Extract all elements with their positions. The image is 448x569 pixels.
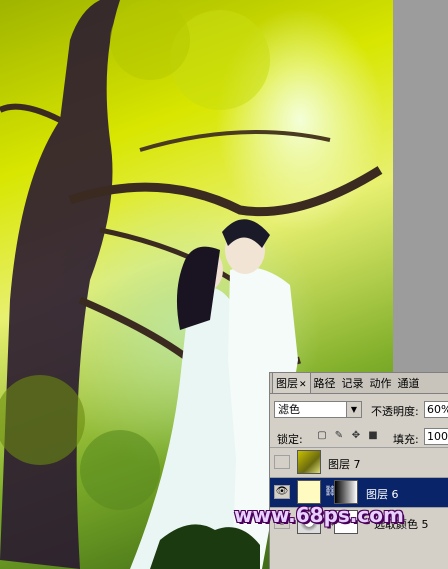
tab-actions[interactable]: 动作 (367, 373, 395, 393)
layer-row[interactable]: 图层 7 (270, 447, 448, 477)
eye-icon[interactable]: 👁 (274, 485, 290, 499)
blend-mode-select[interactable]: 滤色 ▼ (274, 401, 362, 418)
lock-label: 锁定: (277, 433, 303, 446)
tab-channels[interactable]: 通道 (395, 373, 423, 393)
all-lock-icon[interactable]: ■ (367, 430, 379, 442)
layers-panel: 图层✕ 路径 记录 动作 通道 滤色 ▼ 不透明度: 60% 锁定: ▢ ✎ ✥… (269, 372, 448, 569)
tab-paths[interactable]: 路径 (311, 373, 339, 393)
chevron-down-icon[interactable]: ▼ (346, 402, 361, 417)
panel-tabs: 图层✕ 路径 记录 动作 通道 (270, 372, 448, 394)
fill-label: 填充: (393, 433, 419, 446)
opacity-label: 不透明度: (371, 405, 419, 418)
watermark-text: www.68ps.com (234, 503, 404, 527)
move-lock-icon[interactable]: ✥ (350, 430, 362, 442)
layer-thumbnail (297, 480, 321, 504)
layer-name: 图层 7 (328, 458, 361, 471)
layer-mask-thumbnail (334, 480, 358, 504)
tab-layers[interactable]: 图层✕ (272, 372, 311, 393)
layer-name: 图层 6 (366, 488, 399, 501)
blend-mode-value: 滤色 (278, 403, 300, 416)
opacity-input[interactable]: 60% (424, 401, 448, 418)
paint-lock-icon[interactable]: ✎ (333, 430, 345, 442)
transparency-lock-icon[interactable]: ▢ (316, 430, 328, 442)
visibility-toggle[interactable] (274, 455, 290, 469)
lock-icons: ▢ ✎ ✥ ■ (316, 430, 379, 442)
layer-thumbnail (297, 450, 321, 474)
tab-history[interactable]: 记录 (339, 373, 367, 393)
fill-input[interactable]: 100% (424, 428, 448, 445)
close-icon[interactable]: ✕ (299, 380, 307, 390)
